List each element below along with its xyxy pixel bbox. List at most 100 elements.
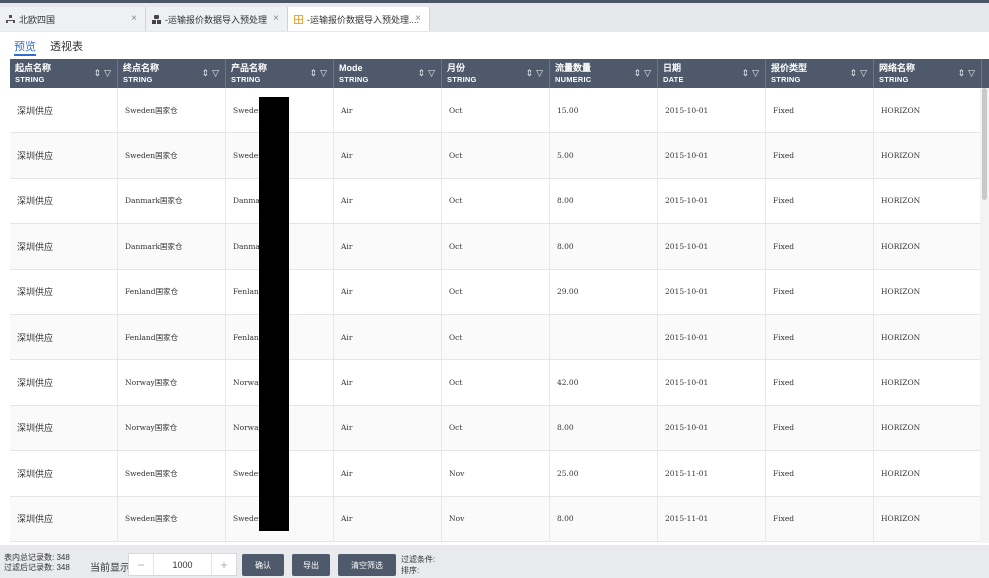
column-header[interactable]: 日期 DATE ⇕ ▽	[658, 59, 766, 88]
table-cell[interactable]: Air	[334, 178, 442, 224]
table-row[interactable]: 深圳供应 Danmark国家仓 Danmark Air Oct 8.00 2015-10-0…	[10, 224, 982, 270]
sort-icon[interactable]: ⇕	[418, 68, 426, 79]
sort-icon[interactable]: ⇕	[94, 68, 102, 79]
scrollbar-thumb[interactable]	[982, 88, 987, 200]
table-cell[interactable]: 2015-10-01	[658, 314, 766, 360]
sort-icon[interactable]: ⇕	[742, 68, 750, 79]
table-cell[interactable]: HORIZON	[874, 88, 982, 133]
table-cell[interactable]: Sweden国家仓	[118, 451, 226, 496]
table-cell[interactable]: 2015-10-01	[658, 269, 766, 314]
sort-icon[interactable]: ⇕	[850, 68, 858, 79]
table-cell[interactable]: 2015-10-01	[658, 405, 766, 451]
table-cell[interactable]: Fixed	[766, 451, 874, 496]
table-cell[interactable]: Fixed	[766, 269, 874, 314]
table-cell[interactable]: Air	[334, 314, 442, 360]
table-cell[interactable]: 8.00	[550, 405, 658, 451]
table-row[interactable]: 深圳供应 Sweden国家仓 Sweden_ Air Oct 15.00 2015-10-0…	[10, 88, 982, 134]
close-icon[interactable]: ×	[415, 13, 421, 24]
sort-icon[interactable]: ⇕	[202, 68, 210, 79]
table-cell[interactable]: 2015-10-01	[658, 178, 766, 224]
table-cell[interactable]: 5.00	[550, 133, 658, 178]
table-row[interactable]: 深圳供应 Sweden国家仓 Sweden_ Air Nov 25.00 2015-11-0…	[10, 451, 982, 497]
filter-icon[interactable]: ▽	[644, 68, 651, 79]
table-row[interactable]: 深圳供应 Danmark国家仓 Danmark Air Oct 8.00 2015-10-0…	[10, 178, 982, 225]
decrement-button[interactable]: −	[129, 554, 153, 575]
column-header[interactable]: 产品名称 STRING ⇕ ▽	[226, 59, 334, 88]
table-row[interactable]: 深圳供应 Sweden国家仓 Sweden_ Air Nov 8.00 2015-11-01…	[10, 496, 982, 542]
sort-icon[interactable]: ⇕	[958, 68, 966, 79]
table-cell[interactable]: 深圳供应	[10, 405, 118, 451]
filter-icon[interactable]: ▽	[752, 68, 759, 79]
filter-icon[interactable]: ▽	[536, 68, 543, 79]
column-header[interactable]: 流量数量 NUMERIC ⇕ ▽	[550, 59, 658, 88]
table-cell[interactable]: 8.00	[550, 178, 658, 224]
tab-pivot-table[interactable]: 透视表	[50, 38, 83, 56]
table-row[interactable]: 深圳供应 Fenland国家仓 Fenland Air Oct 29.00 2015-10-…	[10, 269, 982, 315]
table-cell[interactable]: 深圳供应	[10, 496, 118, 541]
table-cell[interactable]: Air	[334, 360, 442, 405]
increment-button[interactable]: +	[212, 554, 236, 575]
table-cell[interactable]: Air	[334, 496, 442, 541]
table-cell[interactable]: Air	[334, 269, 442, 314]
table-cell[interactable]: 深圳供应	[10, 269, 118, 314]
table-cell[interactable]: Fenland国家仓	[118, 269, 226, 314]
filter-icon[interactable]: ▽	[860, 68, 867, 79]
table-cell[interactable]: 2015-10-01	[658, 224, 766, 269]
table-cell[interactable]: Fixed	[766, 224, 874, 269]
close-icon[interactable]: ×	[131, 13, 137, 24]
table-cell[interactable]: HORIZON	[874, 178, 982, 224]
table-cell[interactable]: 深圳供应	[10, 224, 118, 269]
table-cell[interactable]: Air	[334, 451, 442, 496]
table-cell[interactable]: HORIZON	[874, 360, 982, 405]
table-cell[interactable]: 25.00	[550, 451, 658, 496]
table-cell[interactable]: HORIZON	[874, 314, 982, 360]
table-cell[interactable]: Fixed	[766, 88, 874, 133]
table-cell[interactable]: Fixed	[766, 314, 874, 360]
table-cell[interactable]: Fixed	[766, 405, 874, 451]
table-cell[interactable]: Fixed	[766, 178, 874, 224]
table-cell[interactable]: Fixed	[766, 360, 874, 405]
confirm-button[interactable]: 确认	[242, 554, 284, 576]
table-cell[interactable]: 2015-11-01	[658, 496, 766, 541]
table-cell[interactable]: Danmark国家仓	[118, 178, 226, 224]
table-cell[interactable]: 2015-10-01	[658, 360, 766, 405]
vertical-scrollbar[interactable]	[980, 88, 989, 543]
table-cell[interactable]: 深圳供应	[10, 314, 118, 360]
table-cell[interactable]: HORIZON	[874, 451, 982, 496]
table-row[interactable]: 深圳供应 Norway国家仓 Norway_ Air Oct 8.00 2015-10-01…	[10, 405, 982, 452]
table-cell[interactable]: Fixed	[766, 496, 874, 541]
table-cell[interactable]: HORIZON	[874, 269, 982, 314]
filter-icon[interactable]: ▽	[428, 68, 435, 79]
filter-icon[interactable]: ▽	[104, 68, 111, 79]
table-cell[interactable]: HORIZON	[874, 405, 982, 451]
table-cell[interactable]: 29.00	[550, 269, 658, 314]
table-cell[interactable]: Air	[334, 224, 442, 269]
table-cell[interactable]: Oct	[442, 133, 550, 178]
export-button[interactable]: 导出	[292, 554, 330, 576]
close-icon[interactable]: ×	[273, 13, 279, 24]
table-cell[interactable]: HORIZON	[874, 224, 982, 269]
tab-transport-preprocess-preview[interactable]: -运输报价数据导入预处理.... ×	[288, 7, 430, 31]
sort-icon[interactable]: ⇕	[634, 68, 642, 79]
table-cell[interactable]: Oct	[442, 178, 550, 224]
filter-icon[interactable]: ▽	[968, 68, 975, 79]
table-cell[interactable]: Oct	[442, 88, 550, 133]
column-header[interactable]: 月份 STRING ⇕ ▽	[442, 59, 550, 88]
table-cell[interactable]: Nov	[442, 496, 550, 541]
clear-filter-button[interactable]: 清空筛选	[338, 554, 396, 576]
table-cell[interactable]: 8.00	[550, 496, 658, 541]
table-row[interactable]: 深圳供应 Norway国家仓 Norway_ Air Oct 42.00 2015-10-0…	[10, 360, 982, 406]
tab-nordic-four[interactable]: 北欧四国 ×	[0, 7, 146, 31]
table-cell[interactable]: Oct	[442, 224, 550, 269]
table-cell[interactable]: 2015-10-01	[658, 133, 766, 178]
table-cell[interactable]: Oct	[442, 405, 550, 451]
column-header[interactable]: 报价类型 STRING ⇕ ▽	[766, 59, 874, 88]
table-cell[interactable]: 2015-10-01	[658, 88, 766, 133]
table-cell[interactable]: Nov	[442, 451, 550, 496]
table-cell[interactable]: Air	[334, 133, 442, 178]
table-row[interactable]: 深圳供应 Fenland国家仓 Fenland Air Oct 2015-10-01 Fix…	[10, 314, 982, 361]
table-cell[interactable]: 2015-11-01	[658, 451, 766, 496]
table-cell[interactable]: 42.00	[550, 360, 658, 405]
table-cell[interactable]: HORIZON	[874, 133, 982, 178]
table-cell[interactable]: HORIZON	[874, 496, 982, 541]
